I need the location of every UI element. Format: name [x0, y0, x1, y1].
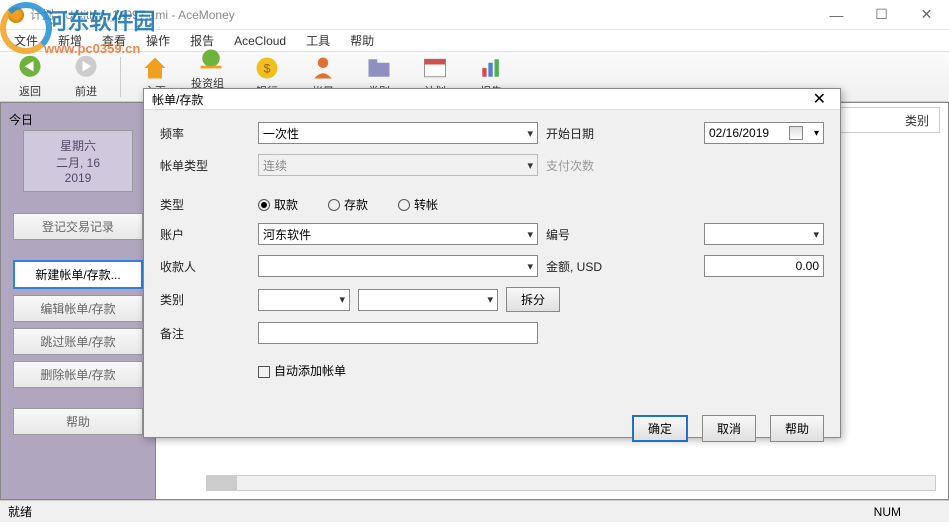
checkbox-icon: [258, 366, 270, 378]
forward-arrow-icon: [72, 54, 100, 82]
category-combo-2[interactable]: [358, 289, 498, 311]
bill-type-combo: 连续: [258, 154, 538, 176]
window-controls: — ☐ ✕: [814, 0, 949, 30]
today-section: 今日 星期六 二月, 16 2019: [5, 107, 151, 202]
cancel-button[interactable]: 取消: [702, 415, 756, 442]
dialog-help-button[interactable]: 帮助: [770, 415, 824, 442]
radio-transfer-label: 转帐: [414, 196, 438, 213]
status-right: NUM: [874, 505, 941, 519]
person-icon: [309, 54, 337, 82]
maximize-button[interactable]: ☐: [859, 0, 904, 30]
label-bill-type: 帐单类型: [160, 157, 250, 174]
frequency-value: 一次性: [263, 125, 299, 142]
menu-view[interactable]: 查看: [92, 30, 136, 51]
home-icon: [141, 54, 169, 82]
statusbar: 就绪 NUM: [0, 500, 949, 522]
start-date-value: 02/16/2019: [709, 126, 769, 140]
label-number: 编号: [546, 226, 616, 243]
sidebar-delete-bill[interactable]: 删除帐单/存款: [13, 361, 143, 388]
minimize-button[interactable]: —: [814, 0, 859, 30]
dialog-close-button[interactable]: ✕: [807, 89, 832, 109]
back-label: 返回: [19, 83, 41, 99]
label-start-date: 开始日期: [546, 125, 616, 142]
label-type: 类型: [160, 196, 250, 213]
window-titlebar: 计划 - Untitled_14097.ami - AceMoney — ☐ ✕: [0, 0, 949, 30]
radio-dot-icon: [398, 199, 410, 211]
dialog-title-text: 帐单/存款: [152, 91, 203, 108]
label-pay-count: 支付次数: [546, 157, 616, 174]
dialog-body: 频率 一次性 开始日期 02/16/2019 帐单类型 连续 支付次数 类型 取…: [144, 110, 840, 401]
dialog-footer: 确定 取消 帮助: [144, 407, 840, 454]
number-combo[interactable]: [704, 223, 824, 245]
payee-combo[interactable]: [258, 255, 538, 277]
label-payee: 收款人: [160, 258, 250, 275]
auto-add-checkbox[interactable]: 自动添加帐单: [258, 362, 346, 379]
app-icon: [8, 7, 24, 23]
sidebar-skip-bill[interactable]: 跳过账单/存款: [13, 328, 143, 355]
sidebar-record-transaction[interactable]: 登记交易记录: [13, 213, 143, 240]
svg-text:$: $: [264, 61, 271, 75]
type-radio-group: 取款 存款 转帐: [258, 196, 538, 213]
account-value: 河东软件: [263, 226, 311, 243]
horizontal-scrollbar[interactable]: [206, 475, 936, 491]
menu-help[interactable]: 帮助: [340, 30, 384, 51]
today-label: 今日: [9, 111, 147, 128]
label-memo: 备注: [160, 325, 250, 342]
account-combo[interactable]: 河东软件: [258, 223, 538, 245]
weekday: 星期六: [30, 137, 126, 154]
radio-deposit-label: 存款: [344, 196, 368, 213]
back-arrow-icon: [16, 54, 44, 82]
toolbar-separator: [120, 57, 121, 97]
menu-tools[interactable]: 工具: [296, 30, 340, 51]
radio-dot-icon: [328, 199, 340, 211]
forward-label: 前进: [75, 83, 97, 99]
label-frequency: 频率: [160, 125, 250, 142]
ok-button[interactable]: 确定: [632, 415, 688, 442]
radio-dot-icon: [258, 199, 270, 211]
date-box: 星期六 二月, 16 2019: [23, 130, 133, 192]
bill-dialog: 帐单/存款 ✕ 频率 一次性 开始日期 02/16/2019 帐单类型 连续 支…: [143, 88, 841, 438]
menubar: 文件 新增 查看 操作 报告 AceCloud 工具 帮助: [0, 30, 949, 52]
auto-add-label: 自动添加帐单: [274, 364, 346, 378]
dialog-titlebar: 帐单/存款 ✕: [144, 89, 840, 110]
scroll-thumb[interactable]: [207, 476, 237, 490]
start-date-input[interactable]: 02/16/2019: [704, 122, 824, 144]
year: 2019: [30, 171, 126, 185]
menu-acecloud[interactable]: AceCloud: [224, 32, 296, 50]
bill-type-value: 连续: [263, 157, 287, 174]
chart-icon: [477, 54, 505, 82]
menu-file[interactable]: 文件: [4, 30, 48, 51]
sidebar-help[interactable]: 帮助: [13, 408, 143, 435]
folder-icon: [365, 54, 393, 82]
coin-icon: $: [253, 54, 281, 82]
status-num: NUM: [874, 505, 901, 519]
status-ready: 就绪: [8, 503, 32, 520]
frequency-combo[interactable]: 一次性: [258, 122, 538, 144]
back-button[interactable]: 返回: [8, 52, 52, 101]
forward-button[interactable]: 前进: [64, 52, 108, 101]
radio-transfer[interactable]: 转帐: [398, 196, 438, 213]
window-title: 计划 - Untitled_14097.ami - AceMoney: [30, 6, 814, 23]
radio-deposit[interactable]: 存款: [328, 196, 368, 213]
menu-new[interactable]: 新增: [48, 30, 92, 51]
sidebar-edit-bill[interactable]: 编辑帐单/存款: [13, 295, 143, 322]
radio-withdraw-label: 取款: [274, 196, 298, 213]
split-button[interactable]: 拆分: [506, 287, 560, 312]
label-account: 账户: [160, 226, 250, 243]
radio-withdraw[interactable]: 取款: [258, 196, 298, 213]
column-header-category[interactable]: 类别: [905, 112, 929, 129]
label-amount: 金额, USD: [546, 258, 616, 275]
left-panel: 今日 星期六 二月, 16 2019 登记交易记录 新建帐单/存款... 编辑帐…: [0, 102, 156, 500]
close-button[interactable]: ✕: [904, 0, 949, 30]
amount-input[interactable]: [704, 255, 824, 277]
menu-actions[interactable]: 操作: [136, 30, 180, 51]
category-combo-1[interactable]: [258, 289, 350, 311]
monthday: 二月, 16: [30, 154, 126, 171]
portfolio-icon: [197, 46, 225, 74]
calendar-picker-icon[interactable]: [789, 126, 803, 140]
calendar-icon: [421, 54, 449, 82]
sidebar-new-bill[interactable]: 新建帐单/存款...: [13, 260, 143, 289]
label-category: 类别: [160, 291, 250, 308]
memo-input[interactable]: [258, 322, 538, 344]
